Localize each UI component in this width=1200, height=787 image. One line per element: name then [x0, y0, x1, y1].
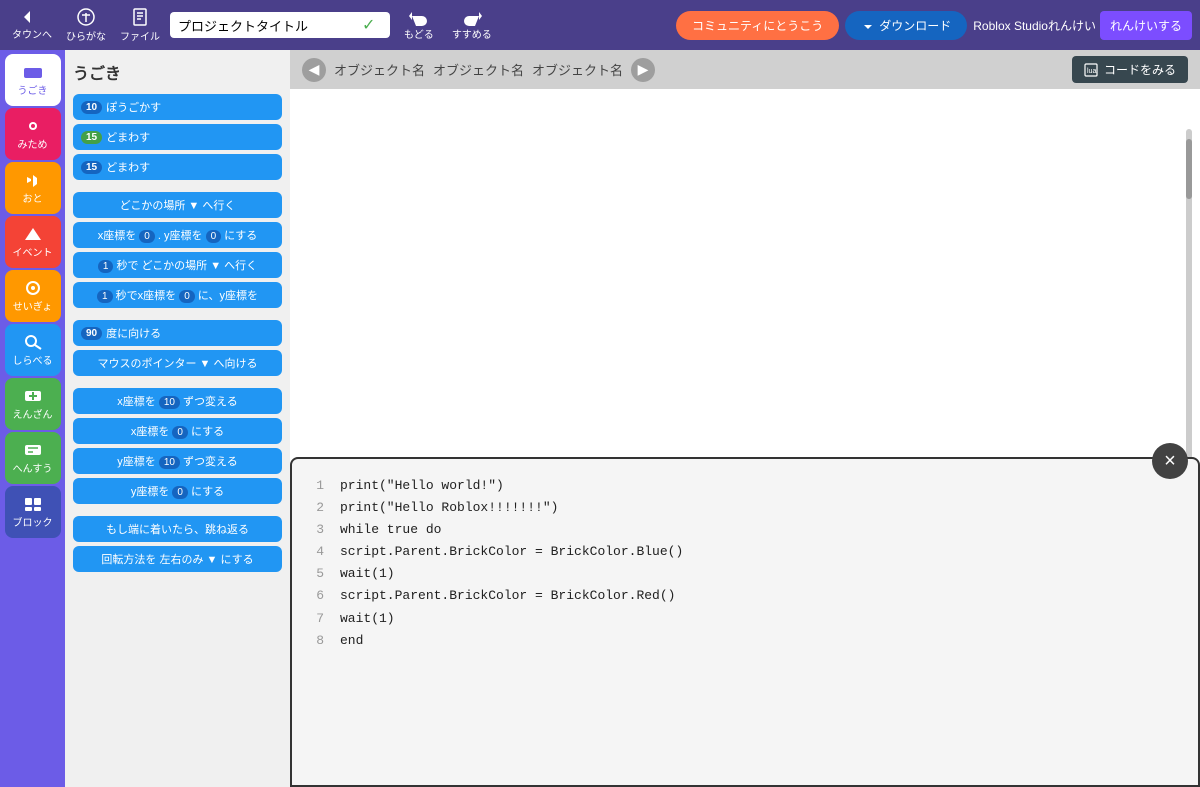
- scrollbar-thumb[interactable]: [1186, 139, 1192, 199]
- community-button[interactable]: コミュニティにとうこう: [676, 11, 839, 40]
- line-code: print("Hello Roblox!!!!!!!"): [340, 497, 558, 519]
- block-setx[interactable]: x座標を 0 にする: [73, 418, 282, 444]
- canvas-nav-left[interactable]: ◀: [302, 58, 326, 82]
- canvas-workspace[interactable]: × 1 print("Hello world!") 2 print("Hello Ro…: [290, 89, 1200, 787]
- sidebar-item-event[interactable]: イベント: [5, 216, 61, 268]
- block-pointmouse[interactable]: マウスのポインター ▼ へ向ける: [73, 350, 282, 376]
- download-button[interactable]: ダウンロード: [845, 11, 967, 40]
- code-line: 3 while true do: [308, 519, 1182, 541]
- category-sidebar: うごき みため おと イベント せいぎょ しらべる えんざん へんすう: [0, 50, 65, 787]
- block-bounce[interactable]: もし端に着いたら、跳ね返る: [73, 516, 282, 542]
- sidebar-item-mitame[interactable]: みため: [5, 108, 61, 160]
- code-overlay: × 1print("Hello world!")2print("Hello Ro…: [290, 457, 1200, 787]
- block-changey[interactable]: y座標を 10 ずつ変える: [73, 448, 282, 474]
- block-glideto[interactable]: 1 秒で どこかの場所 ▼ へ行く: [73, 252, 282, 278]
- object-name-2: オブジェクト名: [433, 60, 524, 79]
- sidebar-item-shiraberu[interactable]: しらべる: [5, 324, 61, 376]
- sidebar-item-seigyo[interactable]: せいぎょ: [5, 270, 61, 322]
- project-title-input-wrap: ✓: [170, 12, 390, 38]
- block-point[interactable]: 90 度に向ける: [73, 320, 282, 346]
- roblox-link: Roblox Studioれんけい れんけいする: [973, 11, 1192, 40]
- code-line: 6 script.Parent.BrickColor = BrickColor.…: [308, 585, 1182, 607]
- line-number: 5: [308, 563, 324, 585]
- line-code: while true do: [340, 519, 441, 541]
- line-code: script.Parent.BrickColor = BrickColor.Bl…: [340, 541, 683, 563]
- code-line: 5 wait(1): [308, 563, 1182, 585]
- object-name-3: オブジェクト名: [532, 60, 623, 79]
- block-glidexy[interactable]: 1 秒でx座標を 0 に、y座標を: [73, 282, 282, 308]
- canvas-nav-right[interactable]: ▶: [631, 58, 655, 82]
- canvas-topbar: ◀ オブジェクト名 オブジェクト名 オブジェクト名 ▶ lua コードをみる: [290, 50, 1200, 89]
- panel-title: うごき: [73, 60, 282, 84]
- file-button[interactable]: ファイル: [116, 4, 164, 46]
- block-goto[interactable]: どこかの場所 ▼ へ行く: [73, 192, 282, 218]
- line-number: 2: [308, 497, 324, 519]
- main-layout: うごき みため おと イベント せいぎょ しらべる えんざん へんすう: [0, 50, 1200, 787]
- code-line: 7 wait(1): [308, 608, 1182, 630]
- close-overlay-button[interactable]: ×: [1152, 443, 1188, 479]
- code-line: 2 print("Hello Roblox!!!!!!!"): [308, 497, 1182, 519]
- block-ugoki-2[interactable]: 15 どまわす: [73, 124, 282, 150]
- renkei-button[interactable]: れんけいする: [1100, 11, 1192, 40]
- sidebar-item-hentai[interactable]: へんすう: [5, 432, 61, 484]
- check-icon: ✓: [362, 15, 375, 35]
- code-line: 4 script.Parent.BrickColor = BrickColor.…: [308, 541, 1182, 563]
- sidebar-item-ugoki[interactable]: うごき: [5, 54, 61, 106]
- redo-button[interactable]: すすめる: [444, 8, 500, 43]
- topbar: タウンへ ひらがな ファイル ✓ もどる すすめる コミュニティにとうこう ダウ…: [0, 0, 1200, 50]
- sidebar-item-enzai[interactable]: えんざん: [5, 378, 61, 430]
- hiragana-button[interactable]: ひらがな: [62, 4, 110, 46]
- line-number: 3: [308, 519, 324, 541]
- line-code: print("Hello world!"): [340, 475, 504, 497]
- line-number: 1: [308, 475, 324, 497]
- block-setxy[interactable]: x座標を 0 . y座標を 0 にする: [73, 222, 282, 248]
- code-lines: 1 print("Hello world!") 2 print("Hello Robl…: [308, 475, 1182, 652]
- block-rotation[interactable]: 回転方法を 左右のみ ▼ にする: [73, 546, 282, 572]
- line-number: 7: [308, 608, 324, 630]
- object-name-1: オブジェクト名: [334, 60, 425, 79]
- sidebar-item-block[interactable]: ブロック: [5, 486, 61, 538]
- line-code: script.Parent.BrickColor = BrickColor.Re…: [340, 585, 675, 607]
- line-number: 4: [308, 541, 324, 563]
- line-number: 8: [308, 630, 324, 652]
- block-sety[interactable]: y座標を 0 にする: [73, 478, 282, 504]
- line-code: wait(1): [340, 563, 395, 585]
- line-number: 6: [308, 585, 324, 607]
- blocks-panel: うごき 10 ぽうごかす 15 どまわす 15 どまわす どこかの場所 ▼ へ行…: [65, 50, 290, 787]
- project-title-input[interactable]: [178, 18, 358, 33]
- back-button[interactable]: タウンへ: [8, 4, 56, 46]
- block-ugoki-1[interactable]: 10 ぽうごかす: [73, 94, 282, 120]
- line-code: end: [340, 630, 363, 652]
- code-view-button[interactable]: lua コードをみる: [1072, 56, 1188, 83]
- code-line: 1 print("Hello world!"): [308, 475, 1182, 497]
- undo-button[interactable]: もどる: [396, 8, 442, 43]
- block-changex[interactable]: x座標を 10 ずつ変える: [73, 388, 282, 414]
- svg-text:lua: lua: [1087, 68, 1096, 75]
- sidebar-item-oto[interactable]: おと: [5, 162, 61, 214]
- line-code: wait(1): [340, 608, 395, 630]
- canvas-area: ◀ オブジェクト名 オブジェクト名 オブジェクト名 ▶ lua コードをみる ×: [290, 50, 1200, 787]
- block-ugoki-3[interactable]: 15 どまわす: [73, 154, 282, 180]
- nav-buttons: もどる すすめる: [396, 8, 500, 43]
- code-line: 8 end: [308, 630, 1182, 652]
